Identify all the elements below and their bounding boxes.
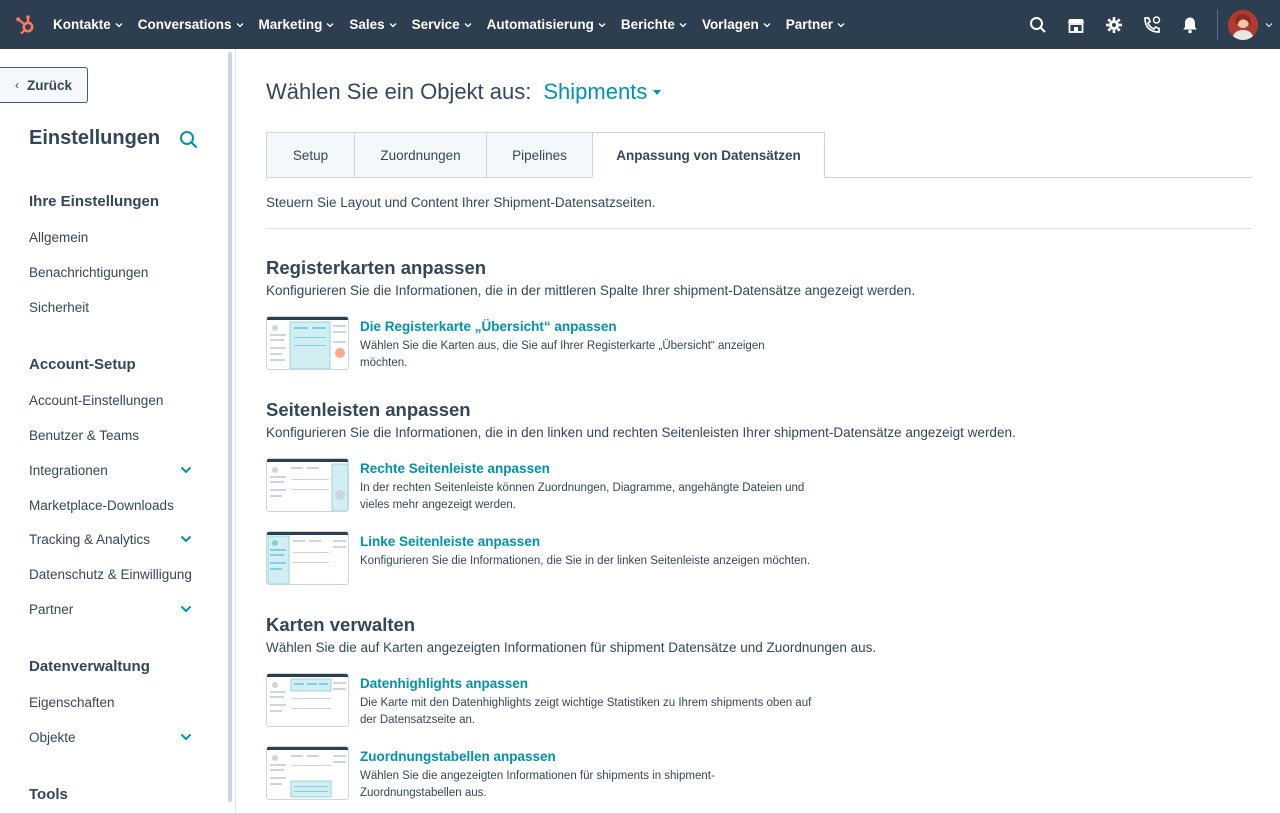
- chevron-down-icon[interactable]: [180, 733, 192, 741]
- sidebar-section-ihre-einstellungen: Ihre Einstellungen: [29, 193, 160, 210]
- sidebar-search-icon[interactable]: [178, 129, 200, 151]
- chevron-down-icon: [236, 22, 244, 27]
- sidebar-item-sicherheit[interactable]: Sicherheit: [29, 300, 89, 315]
- chevron-down-icon[interactable]: [180, 466, 192, 474]
- sidebar-item-allgemein[interactable]: Allgemein: [29, 230, 88, 245]
- chevron-down-icon: [763, 22, 771, 27]
- section-title: Karten verwalten: [266, 614, 416, 635]
- item-description: Wählen Sie die angezeigten Informationen…: [360, 770, 715, 799]
- sidebar-item-benutzer-teams[interactable]: Benutzer & Teams: [29, 428, 139, 443]
- account-chevron-down-icon[interactable]: [1258, 0, 1280, 49]
- nav-label: Automatisierung: [486, 17, 594, 32]
- page-title: Wählen Sie ein Objekt aus: Shipments: [266, 79, 662, 105]
- item-description: Konfigurieren Sie die Informationen, die…: [360, 555, 811, 567]
- chevron-left-icon: ‹: [14, 78, 19, 92]
- nav-partner[interactable]: Partner: [786, 17, 845, 32]
- search-icon[interactable]: [1019, 0, 1057, 49]
- settings-sidebar: ‹ Zurück Einstellungen Ihre Einstellungen…: [0, 49, 236, 813]
- customize-overview-tab-link[interactable]: Die Registerkarte „Übersicht“ anpassen: [360, 319, 617, 334]
- hubspot-logo-icon[interactable]: [6, 0, 46, 49]
- association-tables-thumbnail: [266, 746, 349, 800]
- chevron-down-icon: [326, 22, 334, 27]
- nav-label: Partner: [785, 17, 833, 32]
- nav-label: Service: [411, 17, 460, 32]
- tab-pipelines[interactable]: Pipelines: [486, 132, 593, 178]
- back-button-label: Zurück: [26, 77, 72, 93]
- nav-service[interactable]: Service: [412, 17, 472, 32]
- sidebar-item-eigenschaften[interactable]: Eigenschaften: [29, 695, 115, 710]
- customize-right-sidebar-link[interactable]: Rechte Seitenleiste anpassen: [360, 461, 550, 476]
- nav-berichte[interactable]: Berichte: [621, 17, 687, 32]
- item-description: In der rechten Seitenleiste können Zuord…: [360, 482, 805, 511]
- top-navigation: Kontakte Conversations Marketing Sales S…: [0, 0, 1280, 49]
- nav-label: Marketing: [258, 17, 323, 32]
- nav-conversations[interactable]: Conversations: [138, 17, 244, 32]
- nav-divider: [1217, 9, 1218, 40]
- sidebar-section-account-setup: Account-Setup: [29, 356, 136, 373]
- customize-association-tables-link[interactable]: Zuordnungstabellen anpassen: [360, 749, 556, 764]
- right-sidebar-thumbnail: [266, 458, 349, 512]
- customize-data-highlights-link[interactable]: Datenhighlights anpassen: [360, 676, 528, 691]
- chevron-down-icon: [389, 22, 397, 27]
- sidebar-item-benachrichtigungen[interactable]: Benachrichtigungen: [29, 265, 148, 280]
- back-button[interactable]: ‹ Zurück: [0, 67, 88, 103]
- settings-gear-icon[interactable]: [1095, 0, 1133, 49]
- sidebar-item-datenschutz[interactable]: Datenschutz & Einwilligung: [29, 567, 192, 582]
- nav-sales[interactable]: Sales: [349, 17, 397, 32]
- nav-label: Kontakte: [53, 17, 111, 32]
- chevron-down-icon: [464, 22, 472, 27]
- section-description: Wählen Sie die auf Karten angezeigten In…: [266, 640, 877, 655]
- item-description: Die Karte mit den Datenhighlights zeigt …: [360, 697, 812, 726]
- tab-bar: Setup Zuordnungen Pipelines Anpassung vo…: [266, 132, 1252, 178]
- nav-label: Conversations: [137, 17, 232, 32]
- user-avatar[interactable]: [1228, 9, 1258, 40]
- overview-tab-thumbnail: [266, 316, 349, 370]
- sidebar-item-account-einstellungen[interactable]: Account-Einstellungen: [29, 393, 163, 408]
- sidebar-item-integrationen[interactable]: Integrationen: [29, 463, 108, 478]
- sidebar-section-datenverwaltung: Datenverwaltung: [29, 658, 150, 675]
- chevron-down-icon: [837, 22, 845, 27]
- tab-zuordnungen[interactable]: Zuordnungen: [354, 132, 487, 178]
- sidebar-item-objekte[interactable]: Objekte: [29, 730, 76, 745]
- page-description: Steuern Sie Layout und Content Ihrer Shi…: [266, 195, 656, 210]
- sidebar-item-tracking-analytics[interactable]: Tracking & Analytics: [29, 532, 150, 547]
- nav-label: Vorlagen: [701, 17, 759, 32]
- sidebar-section-tools: Tools: [29, 786, 68, 803]
- nav-kontakte[interactable]: Kontakte: [53, 17, 123, 32]
- nav-vorlagen[interactable]: Vorlagen: [702, 17, 771, 32]
- sidebar-item-partner[interactable]: Partner: [29, 602, 73, 617]
- sidebar-scrollbar[interactable]: [228, 52, 232, 802]
- tab-anpassung-von-datensaetzen[interactable]: Anpassung von Datensätzen: [592, 132, 825, 178]
- sidebar-title: Einstellungen: [29, 127, 161, 149]
- marketplace-icon[interactable]: [1057, 0, 1095, 49]
- chevron-down-icon: [598, 22, 606, 27]
- object-selector[interactable]: Shipments: [543, 79, 647, 105]
- tab-setup[interactable]: Setup: [266, 132, 355, 178]
- nav-automatisierung[interactable]: Automatisierung: [487, 17, 606, 32]
- sidebar-item-marketplace-downloads[interactable]: Marketplace-Downloads: [29, 498, 174, 513]
- chevron-down-icon: [115, 22, 123, 27]
- item-description: Wählen Sie die Karten aus, die Sie auf I…: [360, 340, 765, 369]
- chevron-down-icon[interactable]: [180, 535, 192, 543]
- caret-down-icon[interactable]: [653, 89, 662, 95]
- divider: [266, 228, 1252, 229]
- section-title: Seitenleisten anpassen: [266, 399, 471, 420]
- data-highlights-thumbnail: [266, 673, 349, 727]
- section-title: Registerkarten anpassen: [266, 257, 487, 278]
- nav-label: Berichte: [620, 17, 675, 32]
- left-sidebar-thumbnail: [266, 531, 349, 585]
- chevron-down-icon[interactable]: [180, 605, 192, 613]
- page-title-prefix: Wählen Sie ein Objekt aus:: [266, 79, 532, 104]
- customize-left-sidebar-link[interactable]: Linke Seitenleiste anpassen: [360, 534, 540, 549]
- section-description: Konfigurieren Sie die Informationen, die…: [266, 283, 916, 298]
- calling-phone-icon[interactable]: [1133, 0, 1171, 49]
- nav-marketing[interactable]: Marketing: [259, 17, 335, 32]
- notifications-bell-icon[interactable]: [1171, 0, 1209, 49]
- section-description: Konfigurieren Sie die Informationen, die…: [266, 425, 1016, 440]
- chevron-down-icon: [679, 22, 687, 27]
- nav-label: Sales: [349, 17, 385, 32]
